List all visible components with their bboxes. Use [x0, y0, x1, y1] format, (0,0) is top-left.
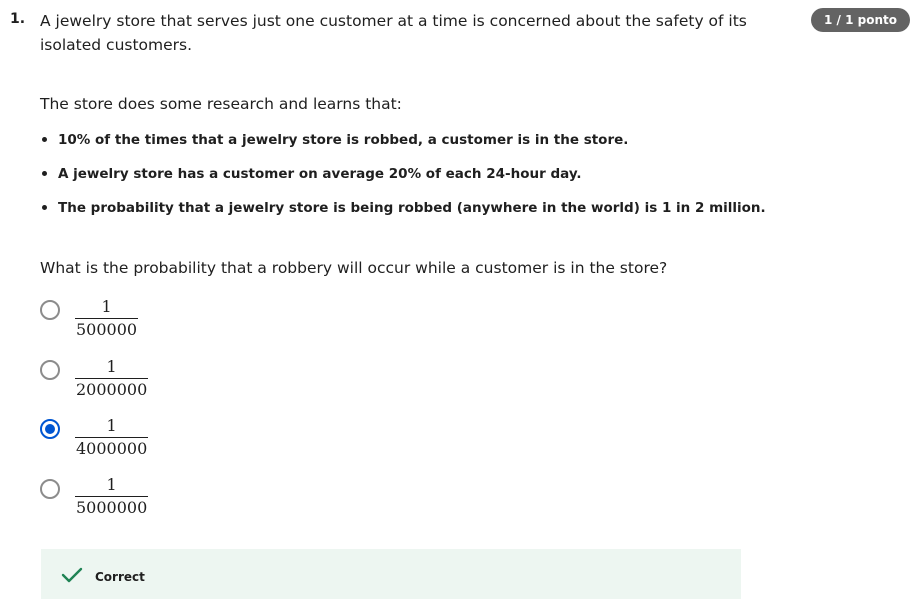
fraction-denominator: 5000000: [76, 498, 148, 517]
answer-option-2[interactable]: 1 2000000: [40, 356, 340, 412]
fact-item: 10% of the times that a jewelry store is…: [40, 127, 766, 161]
fraction-denominator: 500000: [76, 320, 138, 339]
radio-button[interactable]: [40, 479, 60, 499]
fraction-numerator: 1: [106, 416, 117, 435]
checkmark-icon: [61, 567, 83, 587]
facts-list: 10% of the times that a jewelry store is…: [40, 127, 766, 229]
fraction-numerator: 1: [106, 357, 117, 376]
feedback-label: Correct: [95, 570, 145, 584]
radio-button[interactable]: [40, 300, 60, 320]
question-number: 1.: [10, 11, 26, 27]
radio-button[interactable]: [40, 360, 60, 380]
fraction-numerator: 1: [101, 297, 112, 316]
answer-option-3[interactable]: 1 4000000: [40, 415, 340, 471]
answer-option-1[interactable]: 1 500000: [40, 296, 340, 352]
question-prompt: What is the probability that a robbery w…: [40, 259, 668, 277]
fraction: 1 4000000: [75, 415, 149, 460]
feedback-panel: Correct: [41, 549, 741, 599]
answer-option-4[interactable]: 1 5000000: [40, 474, 340, 530]
fraction-numerator: 1: [106, 475, 117, 494]
fraction-denominator: 2000000: [76, 380, 148, 399]
score-badge: 1 / 1 ponto: [811, 8, 910, 32]
fact-item: The probability that a jewelry store is …: [40, 195, 766, 229]
fraction-denominator: 4000000: [76, 439, 148, 458]
fact-item: A jewelry store has a customer on averag…: [40, 161, 766, 195]
fraction: 1 2000000: [75, 356, 149, 401]
radio-button-selected[interactable]: [40, 419, 60, 439]
question-lead: The store does some research and learns …: [40, 95, 402, 113]
question-intro: A jewelry store that serves just one cus…: [40, 12, 747, 54]
fraction: 1 500000: [75, 296, 139, 341]
fraction: 1 5000000: [75, 474, 149, 519]
